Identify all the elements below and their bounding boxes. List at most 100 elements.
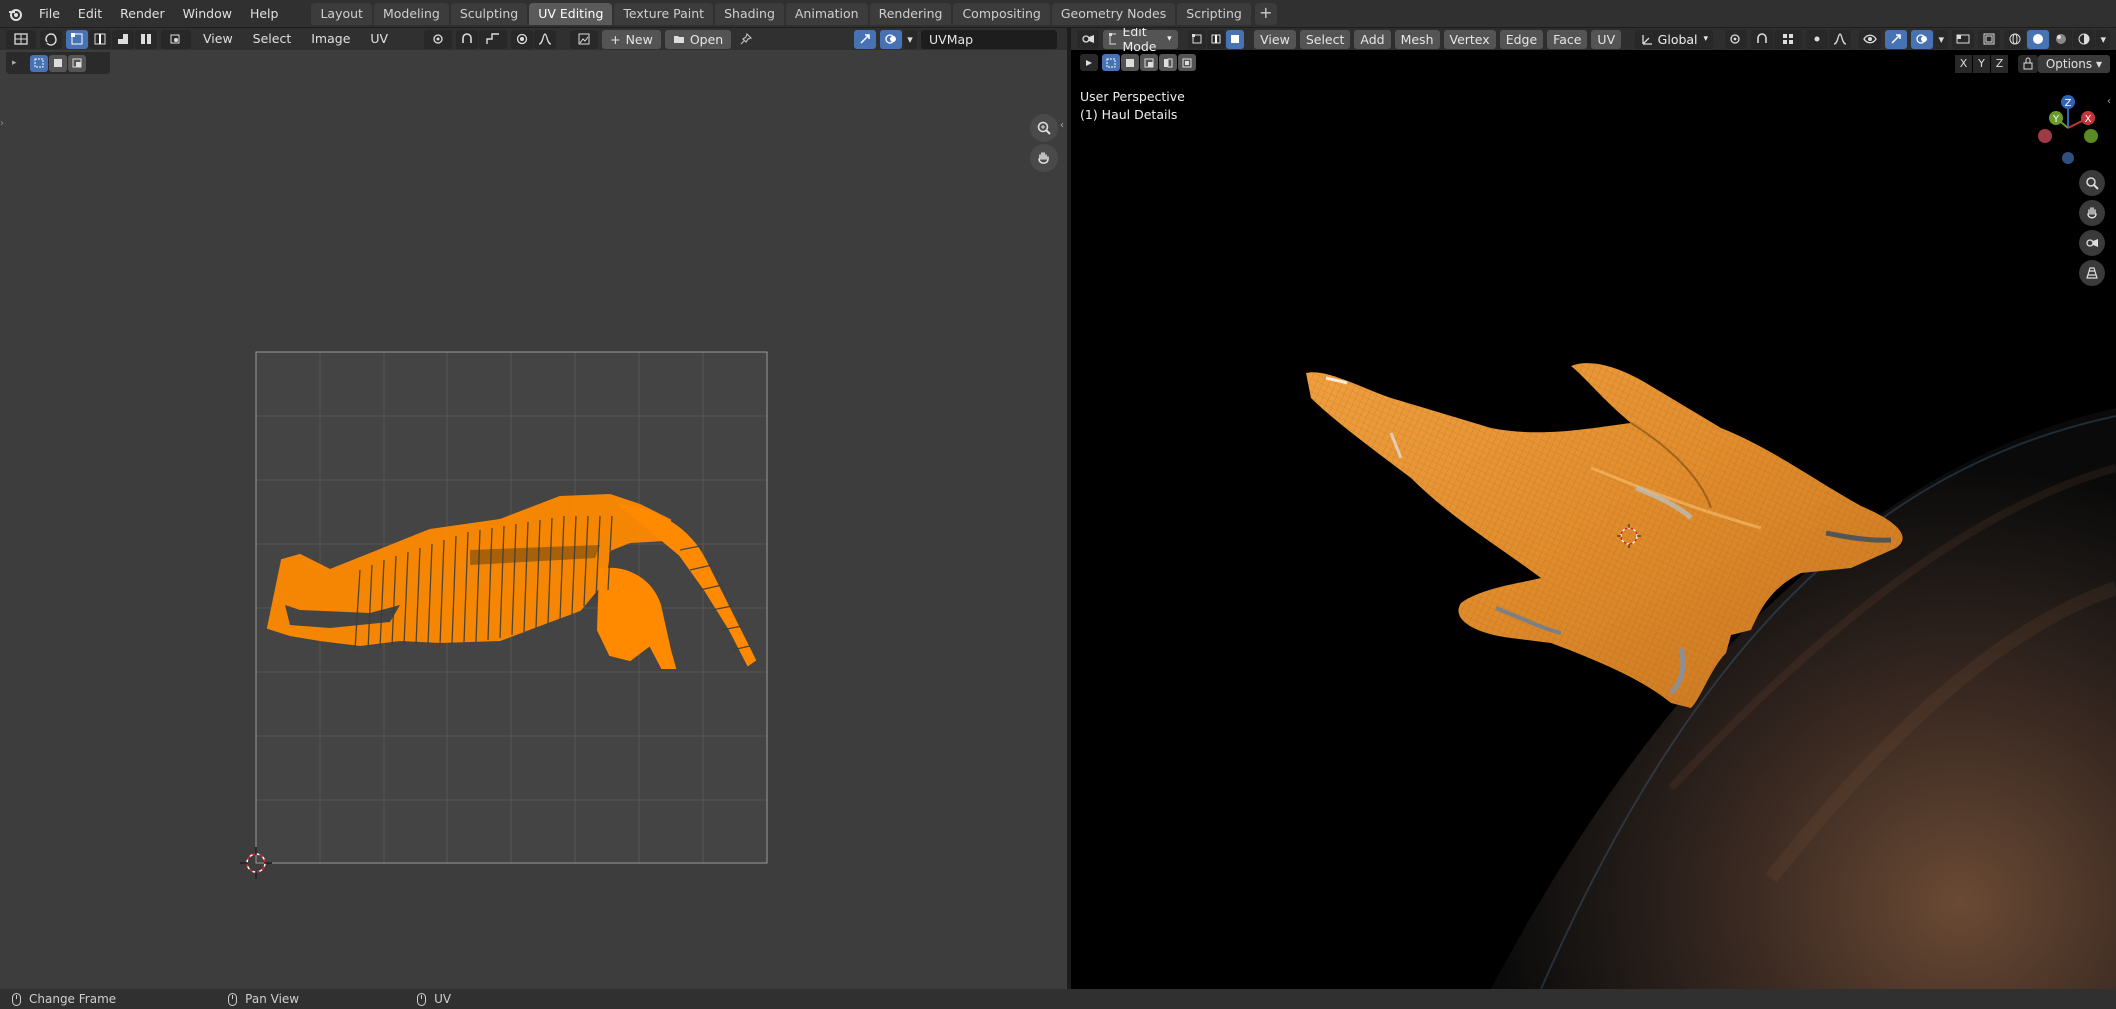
face-mode-icon[interactable] (1225, 29, 1244, 49)
vp-snap-toggle-icon[interactable] (1751, 29, 1774, 49)
viewport-editor-type-icon[interactable] (1077, 29, 1099, 49)
uv-menu-select[interactable]: Select (245, 28, 300, 50)
vp-tool-expand-icon[interactable] (1080, 54, 1098, 71)
tab-geometry-nodes[interactable]: Geometry Nodes (1051, 2, 1176, 25)
mode-selector[interactable]: Edit Mode ▾ (1103, 28, 1178, 54)
gizmo-neg-y[interactable] (2084, 129, 2098, 143)
vp-select-invert-icon[interactable] (1159, 54, 1177, 71)
vp-falloff-icon[interactable] (1829, 29, 1852, 49)
overlays-dropdown-icon[interactable]: ▾ (1934, 29, 1949, 49)
vp-select-intersect-icon[interactable] (1178, 54, 1196, 71)
edge-select-icon[interactable] (89, 29, 111, 49)
tab-animation[interactable]: Animation (785, 2, 868, 25)
sync-selection-icon[interactable] (40, 29, 62, 49)
menu-help[interactable]: Help (241, 3, 288, 25)
perspective-toggle-icon[interactable] (2079, 260, 2105, 286)
vp-menu-add[interactable]: Add (1354, 29, 1391, 49)
vp-menu-vertex[interactable]: Vertex (1443, 29, 1496, 49)
vp-menu-uv[interactable]: UV (1591, 29, 1622, 49)
tab-compositing[interactable]: Compositing (953, 2, 1050, 25)
vp-menu-select[interactable]: Select (1299, 29, 1351, 49)
gizmo-toggle-icon[interactable] (854, 29, 876, 49)
mesh-edit-overlays-icon[interactable] (1952, 29, 1975, 49)
tab-sculpting[interactable]: Sculpting (450, 2, 528, 25)
new-image-button[interactable]: + New (602, 29, 661, 49)
tab-uv-editing[interactable]: UV Editing (529, 2, 613, 25)
material-shading-icon[interactable] (2050, 29, 2073, 49)
vp-sidebar-toggle-icon[interactable]: ‹ (2107, 96, 2111, 107)
menu-edit[interactable]: Edit (69, 3, 111, 25)
uv-menu-image[interactable]: Image (303, 28, 358, 50)
tab-layout[interactable]: Layout (311, 2, 372, 25)
tab-modeling[interactable]: Modeling (373, 2, 449, 25)
tab-scripting[interactable]: Scripting (1177, 2, 1251, 25)
sticky-selection-icon[interactable] (161, 29, 191, 49)
vp-select-extend-icon[interactable] (1121, 54, 1139, 71)
select-extend-icon[interactable] (49, 54, 67, 72)
uv-map-field[interactable]: UVMap (921, 29, 1057, 49)
snap-toggle-icon[interactable] (456, 29, 479, 49)
lock-icon[interactable] (2018, 55, 2038, 73)
proportional-falloff-icon[interactable] (534, 29, 557, 49)
vp-select-subtract-icon[interactable] (1140, 54, 1158, 71)
shading-dropdown-icon[interactable]: ▾ (2096, 29, 2111, 49)
select-subtract-icon[interactable] (68, 54, 86, 72)
xray-toggle-icon[interactable] (1978, 29, 2001, 49)
gizmo-neg-x[interactable] (2038, 129, 2052, 143)
tab-rendering[interactable]: Rendering (869, 2, 952, 25)
zoom-view-icon[interactable] (1030, 114, 1058, 142)
visibility-icon[interactable] (1859, 29, 1882, 49)
vp-pivot-icon[interactable] (1725, 29, 1748, 49)
3d-viewport[interactable]: Edit Mode ▾ View Select Add Mesh Vertex … (1071, 28, 2116, 989)
vp-proportional-icon[interactable] (1806, 29, 1829, 49)
camera-view-icon[interactable] (2079, 230, 2105, 256)
add-workspace-button[interactable]: + (1254, 2, 1277, 25)
wireframe-shading-icon[interactable] (2004, 29, 2027, 49)
uv-menu-uv[interactable]: UV (362, 28, 396, 50)
overlays-toggle-icon[interactable] (880, 29, 902, 49)
vertex-select-icon[interactable] (66, 29, 88, 49)
navigation-gizmo[interactable]: Z X Y (2028, 88, 2108, 168)
vp-overlays-icon[interactable] (1911, 29, 1934, 49)
pivot-point-icon[interactable] (424, 29, 453, 49)
tool-settings-expand-icon[interactable]: ▸ (12, 58, 24, 68)
vp-menu-view[interactable]: View (1254, 29, 1296, 49)
gizmo-neg-z[interactable] (2062, 152, 2074, 164)
edge-mode-icon[interactable] (1206, 29, 1225, 49)
select-new-icon[interactable] (30, 54, 48, 72)
uv-menu-view[interactable]: View (195, 28, 241, 50)
editor-type-icon[interactable] (6, 29, 36, 49)
vp-pan-icon[interactable] (2079, 200, 2105, 226)
rendered-shading-icon[interactable] (2073, 29, 2096, 49)
pin-icon[interactable] (735, 30, 757, 49)
options-dropdown[interactable]: Options ▾ (2037, 55, 2110, 73)
vp-select-new-icon[interactable] (1102, 54, 1120, 71)
uv-canvas[interactable]: ‹ (0, 50, 1067, 989)
vp-menu-edge[interactable]: Edge (1499, 29, 1544, 49)
vp-zoom-icon[interactable] (2079, 170, 2105, 196)
snap-target-icon[interactable] (479, 29, 508, 49)
tab-texture-paint[interactable]: Texture Paint (614, 2, 714, 25)
image-browse-icon[interactable] (570, 29, 599, 49)
blender-logo-icon[interactable] (0, 0, 30, 28)
mirror-x-button[interactable]: X (1955, 55, 1972, 73)
vertex-mode-icon[interactable] (1187, 29, 1206, 49)
pan-view-icon[interactable] (1030, 144, 1058, 172)
face-select-icon[interactable] (112, 29, 134, 49)
sidebar-toggle-icon[interactable]: ‹ (1060, 120, 1064, 131)
vp-snap-target-icon[interactable] (1774, 29, 1803, 49)
toolbar-toggle-icon[interactable]: › (0, 118, 4, 129)
solid-shading-icon[interactable] (2027, 29, 2050, 49)
island-select-icon[interactable] (135, 29, 157, 49)
menu-render[interactable]: Render (111, 3, 174, 25)
open-image-button[interactable]: Open (664, 29, 732, 49)
proportional-editing-icon[interactable] (511, 29, 534, 49)
transform-orientation-selector[interactable]: Global ▾ (1635, 29, 1714, 49)
menu-file[interactable]: File (30, 3, 69, 25)
vp-menu-mesh[interactable]: Mesh (1394, 29, 1440, 49)
mirror-y-button[interactable]: Y (1973, 55, 1990, 73)
tab-shading[interactable]: Shading (715, 2, 784, 25)
mirror-z-button[interactable]: Z (1991, 55, 2008, 73)
overlays-dropdown-icon[interactable]: ▾ (903, 29, 917, 49)
menu-window[interactable]: Window (174, 3, 241, 25)
